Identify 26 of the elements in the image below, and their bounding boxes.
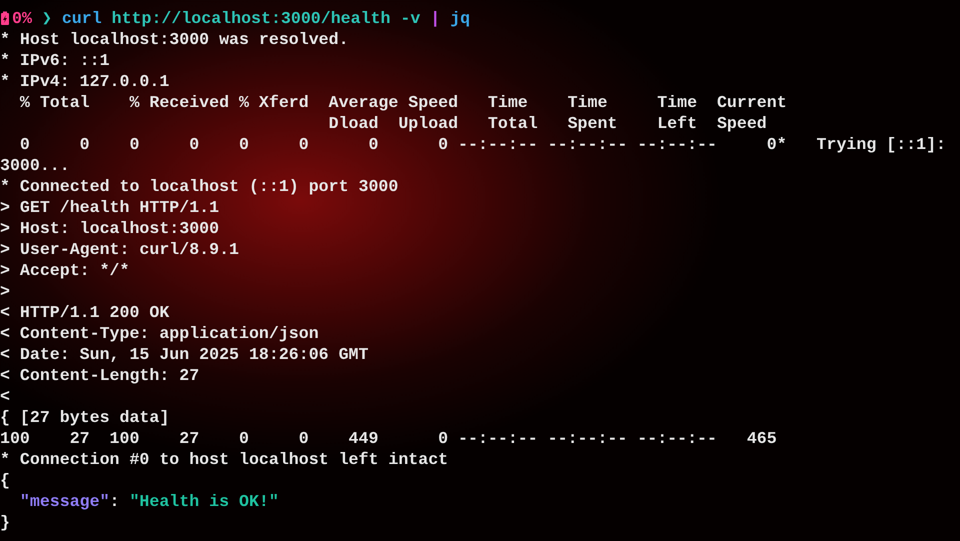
terminal-line: * Connected to localhost (::1) port 3000 <box>0 176 400 197</box>
terminal-line: % Total % Received % Xferd Average Speed Time Time Time Current <box>18 92 788 113</box>
terminal-line: * Connection #0 to host localhost left intact <box>0 449 450 470</box>
terminal-line: 100 27 100 27 0 0 449 0 --:--:-- --:--:-- --:--:-- 465 <box>0 428 778 449</box>
terminal-line: > Accept: */* <box>0 260 130 281</box>
command-prompt: 0% ❯ curl http://localhost:3000/health -v | jq <box>12 8 470 29</box>
battery-icon <box>0 11 10 26</box>
terminal-line: "message": "Health is OK!" <box>18 491 280 512</box>
terminal-line: * IPv4: 127.0.0.1 <box>0 71 170 92</box>
terminal-line: < Date: Sun, 15 Jun 2025 18:26:06 GMT <box>0 344 370 365</box>
terminal-line: 0 0 0 0 0 0 0 0 --:--:-- --:--:-- --:--:-- 0* Trying [::1]: <box>18 134 947 155</box>
terminal-line: 3000... <box>0 155 71 176</box>
terminal-line: Dload Upload Total Spent Left Speed <box>328 113 768 134</box>
terminal-line: < Content-Length: 27 <box>0 365 200 386</box>
terminal-line: < HTTP/1.1 200 OK <box>0 302 170 323</box>
terminal-line: * Host localhost:3000 was resolved. <box>0 29 350 50</box>
terminal-line: > GET /health HTTP/1.1 <box>0 197 220 218</box>
terminal-line: } <box>0 512 11 533</box>
terminal-line: < Content-Type: application/json <box>0 323 320 344</box>
terminal-line: > <box>0 281 11 302</box>
terminal-line: > User-Agent: curl/8.9.1 <box>0 239 240 260</box>
terminal-line: > Host: localhost:3000 <box>0 218 220 239</box>
terminal-line: < <box>0 386 11 407</box>
terminal-line: { <box>0 470 11 491</box>
terminal-line: { [27 bytes data] <box>0 407 170 428</box>
terminal-line: * IPv6: ::1 <box>0 50 111 71</box>
